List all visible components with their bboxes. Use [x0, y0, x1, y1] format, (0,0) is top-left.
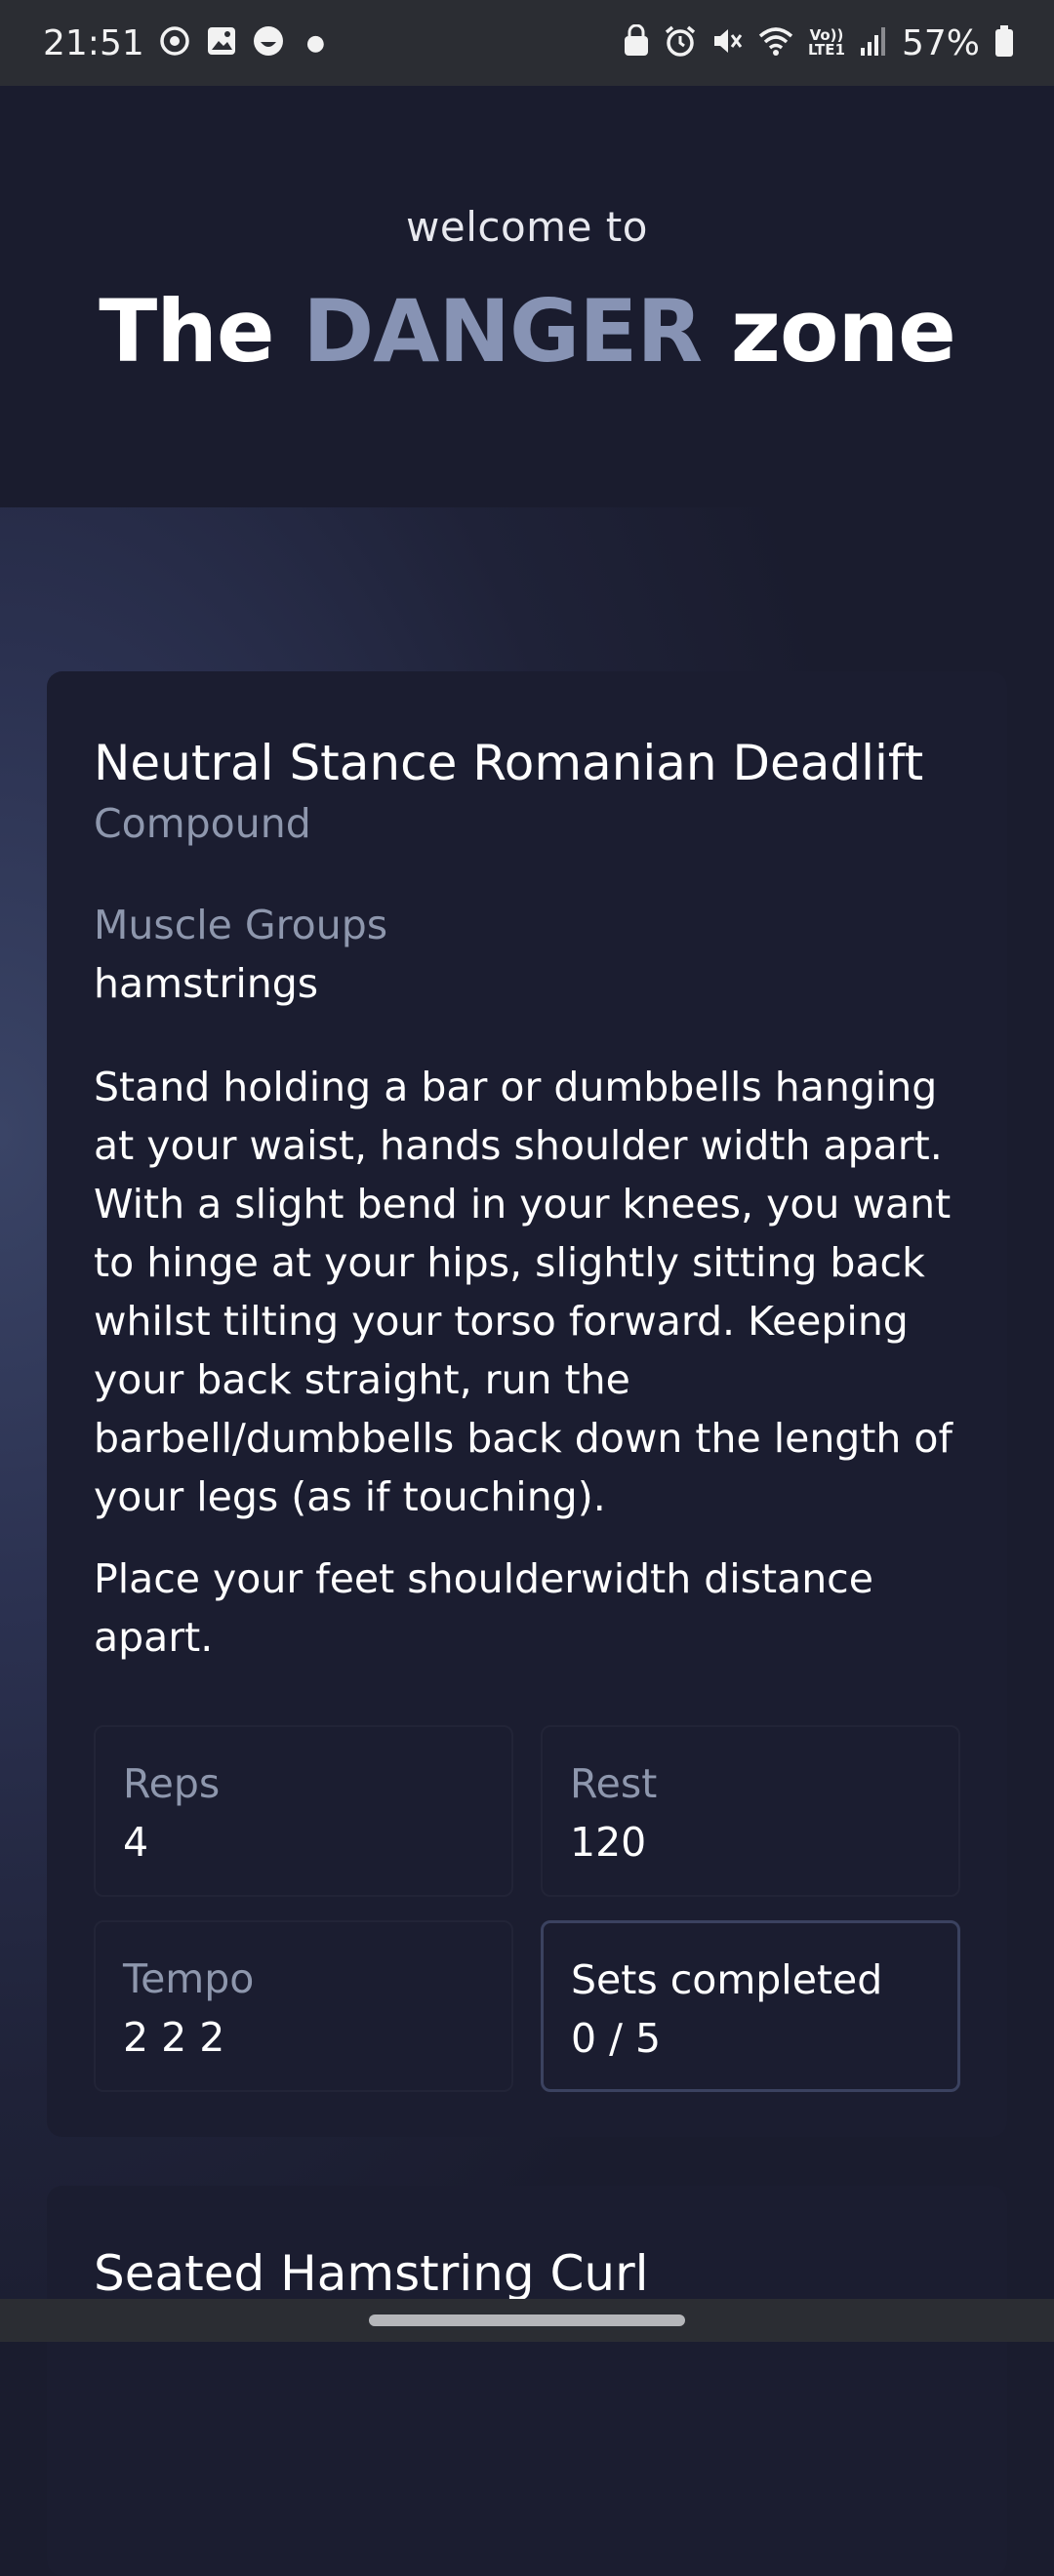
rest-stat: Rest 120	[541, 1725, 960, 1897]
tempo-value: 2 2 2	[123, 2014, 225, 2061]
navigation-bar	[0, 2299, 1054, 2342]
exercise-note: Place your feet shoulderwidth distance a…	[94, 1555, 873, 1661]
status-time: 21:51	[43, 22, 144, 63]
rest-value: 120	[570, 1819, 647, 1866]
battery-icon	[993, 24, 1015, 62]
status-bar-left: 21:51 ●	[43, 23, 325, 63]
muscle-groups-value: hamstrings	[94, 960, 319, 1007]
tempo-stat: Tempo 2 2 2	[94, 1920, 513, 2092]
mute-icon	[710, 24, 744, 62]
rest-label: Rest	[570, 1760, 658, 1807]
alarm-icon	[664, 24, 697, 62]
exercise-name: Neutral Stance Romanian Deadlift	[94, 735, 924, 791]
muscle-groups-label: Muscle Groups	[94, 902, 388, 948]
sets-completed-button[interactable]: Sets completed 0 / 5	[541, 1920, 960, 2092]
title-accent: DANGER	[303, 281, 703, 382]
reps-label: Reps	[123, 1760, 221, 1807]
exercise-card[interactable]: Neutral Stance Romanian Deadlift Compoun…	[47, 671, 1007, 2137]
sync-icon	[158, 24, 191, 62]
volte-icon: Vo)) LTE1	[807, 26, 845, 59]
next-exercise-card[interactable]: Seated Hamstring Curl	[47, 2186, 1007, 2576]
app-title: The DANGER zone	[0, 281, 1054, 382]
app-header: welcome to The DANGER zone	[0, 86, 1054, 507]
tempo-label: Tempo	[123, 1955, 255, 2002]
sets-completed-label: Sets completed	[571, 1956, 883, 2003]
sets-completed-value: 0 / 5	[571, 2015, 662, 2062]
welcome-text: welcome to	[406, 203, 648, 251]
next-exercise-name: Seated Hamstring Curl	[94, 2245, 649, 2302]
exercise-type: Compound	[94, 800, 311, 847]
lock-icon	[623, 23, 650, 62]
signal-icon	[859, 24, 888, 62]
image-icon	[205, 24, 238, 62]
title-suffix: zone	[702, 281, 956, 382]
status-bar: 21:51 ● Vo)) LTE1 57%	[0, 0, 1054, 86]
dot-icon: ●	[305, 30, 325, 56]
home-gesture-handle[interactable]	[369, 2314, 685, 2326]
exercise-stats-grid: Reps 4 Rest 120 Tempo 2 2 2 Sets complet…	[94, 1725, 960, 2092]
reps-value: 4	[123, 1819, 149, 1866]
title-prefix: The	[99, 281, 304, 382]
status-bar-right: Vo)) LTE1 57%	[623, 23, 1015, 63]
face-icon	[252, 24, 285, 62]
battery-percent: 57%	[901, 22, 980, 63]
exercise-description: Stand holding a bar or dumbbells hanging…	[94, 1064, 953, 1520]
reps-stat: Reps 4	[94, 1725, 513, 1897]
wifi-icon	[757, 24, 794, 62]
